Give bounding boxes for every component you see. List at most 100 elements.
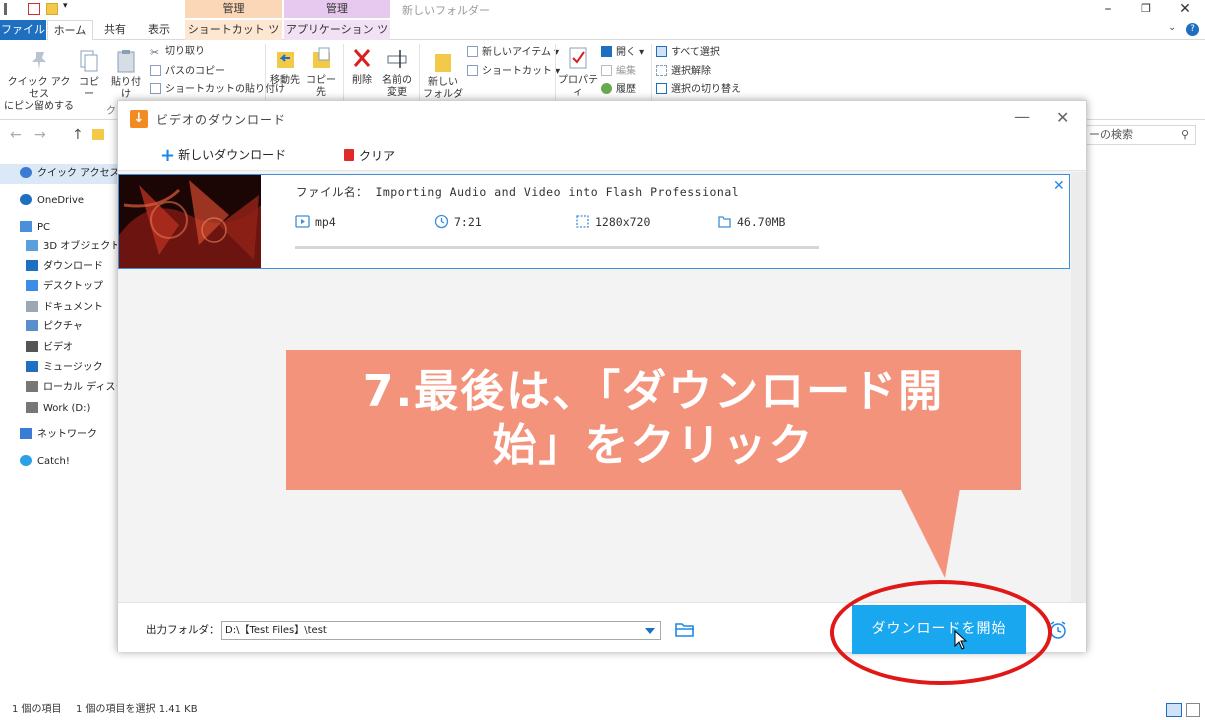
network-icon: [20, 428, 32, 439]
properties-icon: [569, 47, 587, 69]
size-value: 46.70MB: [737, 215, 786, 229]
copy-to-button[interactable]: コピー先: [302, 46, 340, 99]
history-button[interactable]: 履歴: [601, 83, 636, 96]
invert-selection-button[interactable]: 選択の切り替え: [656, 83, 741, 96]
select-all-button[interactable]: すべて選択: [656, 46, 720, 59]
nav-item[interactable]: ドキュメント: [0, 298, 118, 318]
nav-item[interactable]: Work (D:): [0, 399, 118, 419]
new-item-icon: [467, 46, 478, 57]
details-view-icon[interactable]: [1166, 703, 1182, 717]
delete-label: 削除: [352, 75, 372, 86]
status-selection: 1 個の項目を選択 1.41 KB: [76, 704, 198, 715]
move-to-button[interactable]: 移動先: [268, 46, 302, 87]
tab-application-tools[interactable]: アプリケーション ツール: [284, 20, 390, 56]
nav-item[interactable]: Catch!: [0, 452, 118, 472]
chevron-down-icon: [645, 628, 655, 634]
back-arrow-icon[interactable]: ←: [10, 127, 22, 143]
rename-label-1: 名前の: [382, 75, 412, 86]
search-input[interactable]: ーの検索 ⚲: [1082, 125, 1196, 145]
nav-item[interactable]: ミュージック: [0, 358, 118, 378]
forward-arrow-icon[interactable]: →: [34, 127, 46, 143]
nav-item-label: 3D オブジェクト: [43, 241, 118, 252]
list-scrollbar[interactable]: [1071, 172, 1086, 602]
output-folder-select[interactable]: D:\【Test Files】\test: [221, 621, 661, 640]
duration-info: 7:21: [434, 214, 482, 229]
properties-check-icon[interactable]: [28, 3, 40, 15]
nav-item-label: デスクトップ: [43, 281, 103, 292]
quick-access-toolbar: ▾: [0, 0, 1205, 20]
tab-view[interactable]: 表示: [138, 20, 180, 40]
video-icon: [26, 341, 38, 352]
search-icon: ⚲: [1180, 128, 1189, 141]
address-folder-icon: [92, 129, 104, 140]
nav-item[interactable]: ダウンロード: [0, 257, 118, 277]
paste-shortcut-icon: [150, 83, 161, 94]
nav-item[interactable]: OneDrive: [0, 191, 118, 211]
edit-button[interactable]: 編集: [601, 65, 636, 78]
new-folder-icon[interactable]: [46, 3, 58, 15]
new-item-label: 新しいアイテム: [482, 47, 551, 58]
dialog-titlebar: ↓ ビデオのダウンロード — ✕: [118, 101, 1086, 137]
clear-button[interactable]: クリア: [344, 147, 395, 164]
new-item-button[interactable]: 新しいアイテム ▾: [467, 46, 559, 59]
pin-label-1: クイック アクセス: [7, 77, 71, 100]
highlight-circle: [830, 580, 1052, 685]
new-download-button[interactable]: + 新しいダウンロード: [160, 145, 286, 166]
shortcut-button[interactable]: ショートカット ▾: [467, 65, 560, 78]
nav-item-label: ビデオ: [43, 342, 73, 353]
cut-button[interactable]: ✂ 切り取り: [150, 46, 205, 59]
instruction-callout: 7.最後は、「ダウンロード開 始」をクリック: [286, 350, 1021, 490]
pin-quick-access-button[interactable]: クイック アクセス にピン留めする: [4, 48, 74, 113]
scissors-icon: ✂: [150, 46, 160, 59]
open-button[interactable]: 開く ▾: [601, 46, 644, 59]
size-info: 46.70MB: [717, 214, 785, 229]
download-item-card[interactable]: ファイル名： Importing Audio and Video into Fl…: [118, 174, 1070, 269]
expand-ribbon-icon[interactable]: ⌄: [1168, 22, 1176, 33]
rename-button[interactable]: 名前の 変更: [380, 46, 414, 99]
pin-label-2: にピン留めする: [4, 101, 74, 112]
music-icon: [26, 361, 38, 372]
invert-selection-icon: [656, 83, 667, 94]
ribbon-tabs: ファイル ホーム 共有 表示 ショートカット ツール アプリケーション ツール …: [0, 20, 1205, 56]
nav-item[interactable]: ネットワーク: [0, 425, 118, 445]
tab-share[interactable]: 共有: [95, 20, 135, 40]
instruction-line-2: 始」をクリック: [492, 420, 815, 471]
dialog-minimize-button[interactable]: —: [1014, 107, 1030, 126]
clear-label: クリア: [359, 149, 396, 163]
up-arrow-icon[interactable]: ↑: [72, 127, 84, 143]
trash-icon: [344, 149, 354, 161]
properties-button[interactable]: プロパティ: [558, 46, 598, 99]
nav-item-label: ダウンロード: [43, 261, 103, 272]
tab-shortcut-tools[interactable]: ショートカット ツール: [185, 20, 282, 56]
minimize-button[interactable]: –: [1088, 0, 1128, 18]
copy-path-button[interactable]: パスのコピー: [150, 65, 225, 78]
paste-button[interactable]: 貼り付け: [108, 48, 144, 101]
dialog-close-button[interactable]: ✕: [1056, 108, 1069, 127]
desktop-icon: [26, 280, 38, 291]
qat-dropdown-icon[interactable]: ▾: [63, 1, 75, 13]
properties-label: プロパティ: [558, 75, 598, 98]
tab-home[interactable]: ホーム: [47, 20, 93, 41]
maximize-button[interactable]: ❐: [1126, 0, 1166, 18]
video-thumbnail: [119, 175, 261, 268]
nav-item[interactable]: クイック アクセス: [0, 164, 118, 184]
nav-item[interactable]: ローカル ディスク (C: [0, 378, 118, 398]
copy-button[interactable]: コピー: [76, 48, 102, 101]
large-icons-view-icon[interactable]: [1186, 703, 1200, 717]
nav-item[interactable]: PC: [0, 218, 118, 238]
browse-folder-icon[interactable]: [675, 622, 695, 638]
close-window-button[interactable]: ✕: [1165, 0, 1205, 18]
help-icon[interactable]: ?: [1186, 23, 1199, 36]
nav-item[interactable]: デスクトップ: [0, 277, 118, 297]
dialog-toolbar: + 新しいダウンロード クリア: [118, 137, 1086, 171]
select-none-button[interactable]: 選択解除: [656, 65, 711, 78]
paste-shortcut-label: ショートカットの貼り付け: [165, 84, 285, 95]
nav-item[interactable]: ビデオ: [0, 338, 118, 358]
remove-item-close-icon[interactable]: ✕: [1053, 178, 1065, 194]
dialog-title: ビデオのダウンロード: [156, 113, 287, 127]
delete-button[interactable]: 削除: [347, 46, 377, 87]
tab-file[interactable]: ファイル: [0, 20, 46, 40]
select-none-icon: [656, 65, 667, 76]
nav-item[interactable]: ピクチャ: [0, 317, 118, 337]
nav-item[interactable]: 3D オブジェクト: [0, 237, 118, 257]
